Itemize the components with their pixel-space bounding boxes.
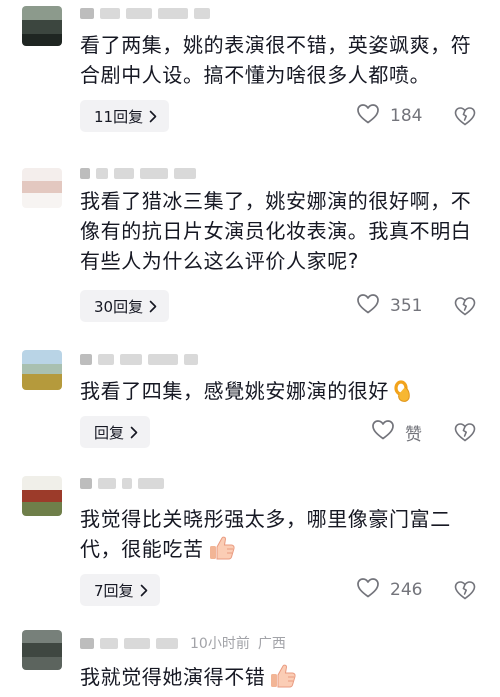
username-blurred[interactable] — [80, 637, 94, 649]
like-button[interactable]: 184 — [356, 100, 422, 132]
ok-hand-emoji — [393, 379, 413, 411]
like-count: 246 — [390, 580, 423, 600]
heart-icon — [356, 293, 380, 319]
dislike-button[interactable] — [453, 574, 477, 606]
reply-count-label: 30回复 — [94, 297, 144, 316]
broken-heart-icon — [454, 581, 476, 600]
like-count: 351 — [390, 296, 423, 316]
username-blurred[interactable] — [80, 350, 198, 368]
reply-button[interactable]: 11回复 — [80, 100, 170, 132]
dislike-button[interactable] — [453, 416, 477, 448]
heart-icon — [356, 103, 380, 129]
broken-heart-icon — [454, 297, 476, 316]
reply-button[interactable]: 30回复 — [80, 290, 170, 322]
comment-text: 我看了四集，感覺姚安娜演的很好 — [80, 376, 488, 411]
chevron-right-icon — [149, 110, 157, 123]
thumbs-up-emoji — [208, 535, 236, 569]
username-blurred[interactable] — [80, 164, 196, 182]
like-count: 184 — [390, 106, 423, 126]
comment-text: 我觉得比关晓彤强太多，哪里像豪门富二代，很能吃苦 — [80, 504, 488, 569]
reply-count-label: 回复 — [94, 423, 125, 442]
reply-count-label: 11回复 — [94, 107, 144, 126]
reply-button[interactable]: 7回复 — [80, 574, 160, 606]
comment-location: 广西 — [257, 636, 286, 652]
username-blurred[interactable] — [80, 474, 164, 492]
like-button[interactable]: 351 — [356, 290, 422, 322]
chevron-right-icon — [130, 426, 138, 439]
heart-icon — [371, 419, 395, 445]
avatar[interactable] — [22, 168, 62, 208]
like-button[interactable]: 246 — [356, 574, 422, 606]
comment-time: 10小时前 — [190, 636, 250, 652]
heart-icon — [356, 577, 380, 603]
username-row: 10小时前 广西 — [80, 634, 286, 652]
avatar[interactable] — [22, 476, 62, 516]
comment-text-body: 我觉得比关晓彤强太多，哪里像豪门富二代，很能吃苦 — [80, 507, 451, 561]
avatar[interactable] — [22, 350, 62, 390]
chevron-right-icon — [149, 300, 157, 313]
broken-heart-icon — [454, 107, 476, 126]
comment-text: 我就觉得她演得不错 — [80, 662, 488, 697]
comment-text-body: 我就觉得她演得不错 — [80, 665, 266, 689]
broken-heart-icon — [454, 423, 476, 442]
comment-text: 看了两集，姚的表演很不错，英姿飒爽，符合剧中人设。搞不懂为啥很多人都喷。 — [80, 33, 472, 87]
comment-text: 我看了猎冰三集了，姚安娜演的很好啊，不像有的抗日片女演员化妆表演。我真不明白有些… — [80, 189, 472, 273]
dislike-button[interactable] — [453, 290, 477, 322]
comment-text-body: 我看了四集，感覺姚安娜演的很好 — [80, 379, 389, 403]
like-label: 赞 — [405, 424, 422, 445]
avatar[interactable] — [22, 630, 62, 670]
reply-button[interactable]: 回复 — [80, 416, 151, 448]
chevron-right-icon — [140, 584, 148, 597]
dislike-button[interactable] — [453, 100, 477, 132]
like-button[interactable]: 赞 — [371, 416, 422, 448]
reply-count-label: 7回复 — [94, 581, 134, 600]
thumbs-up-emoji — [269, 663, 297, 697]
avatar[interactable] — [22, 6, 62, 46]
username-blurred[interactable] — [80, 4, 210, 22]
